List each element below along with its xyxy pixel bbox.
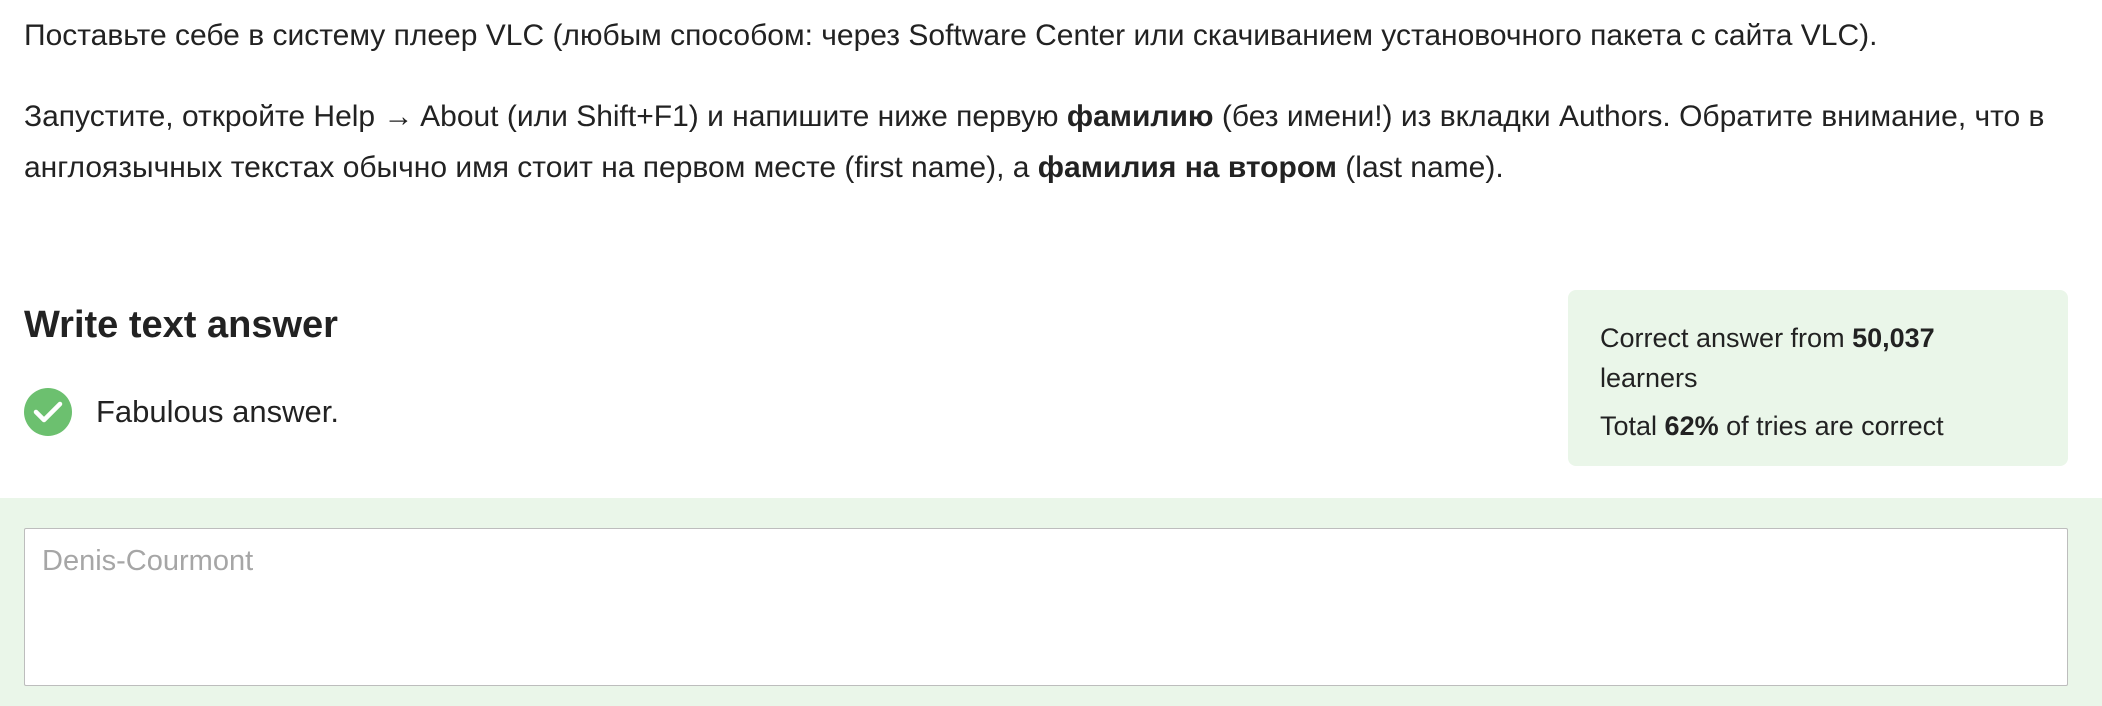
answer-heading: Write text answer bbox=[24, 304, 338, 346]
correct-answer-prefix: Correct answer from bbox=[1600, 323, 1853, 353]
correct-percent: 62% bbox=[1664, 411, 1719, 441]
feedback-message: Fabulous answer. bbox=[24, 388, 339, 436]
correct-answer-stat: Correct answer from 50,037 learners bbox=[1600, 318, 2036, 398]
feedback-text: Fabulous answer. bbox=[96, 394, 339, 429]
stats-box: Correct answer from 50,037 learners Tota… bbox=[1568, 290, 2068, 466]
total-suffix: of tries are correct bbox=[1718, 411, 1944, 441]
lesson-paragraph-2-text: Запустите, откройте Help → About (или Sh… bbox=[24, 100, 1067, 133]
lesson-bold-surname-second: фамилия на втором bbox=[1037, 151, 1337, 184]
answer-area bbox=[0, 498, 2102, 706]
checkmark-icon bbox=[33, 401, 63, 423]
lesson-paragraph-2-text: (last name). bbox=[1336, 151, 1504, 184]
total-prefix: Total bbox=[1600, 411, 1665, 441]
learners-count: 50,037 bbox=[1852, 323, 1935, 353]
lesson-bold-surname: фамилию bbox=[1066, 100, 1214, 133]
correct-tries-stat: Total 62% of tries are correct bbox=[1600, 406, 2036, 446]
lesson-text: Поставьте себе в систему плеер VLC (любы… bbox=[24, 10, 2064, 223]
lesson-paragraph-2: Запустите, откройте Help → About (или Sh… bbox=[24, 91, 2064, 193]
lesson-paragraph-1: Поставьте себе в систему плеер VLC (любы… bbox=[24, 19, 1878, 52]
answer-input[interactable] bbox=[24, 528, 2068, 686]
learners-suffix: learners bbox=[1600, 363, 1698, 393]
check-circle-icon bbox=[24, 388, 72, 436]
